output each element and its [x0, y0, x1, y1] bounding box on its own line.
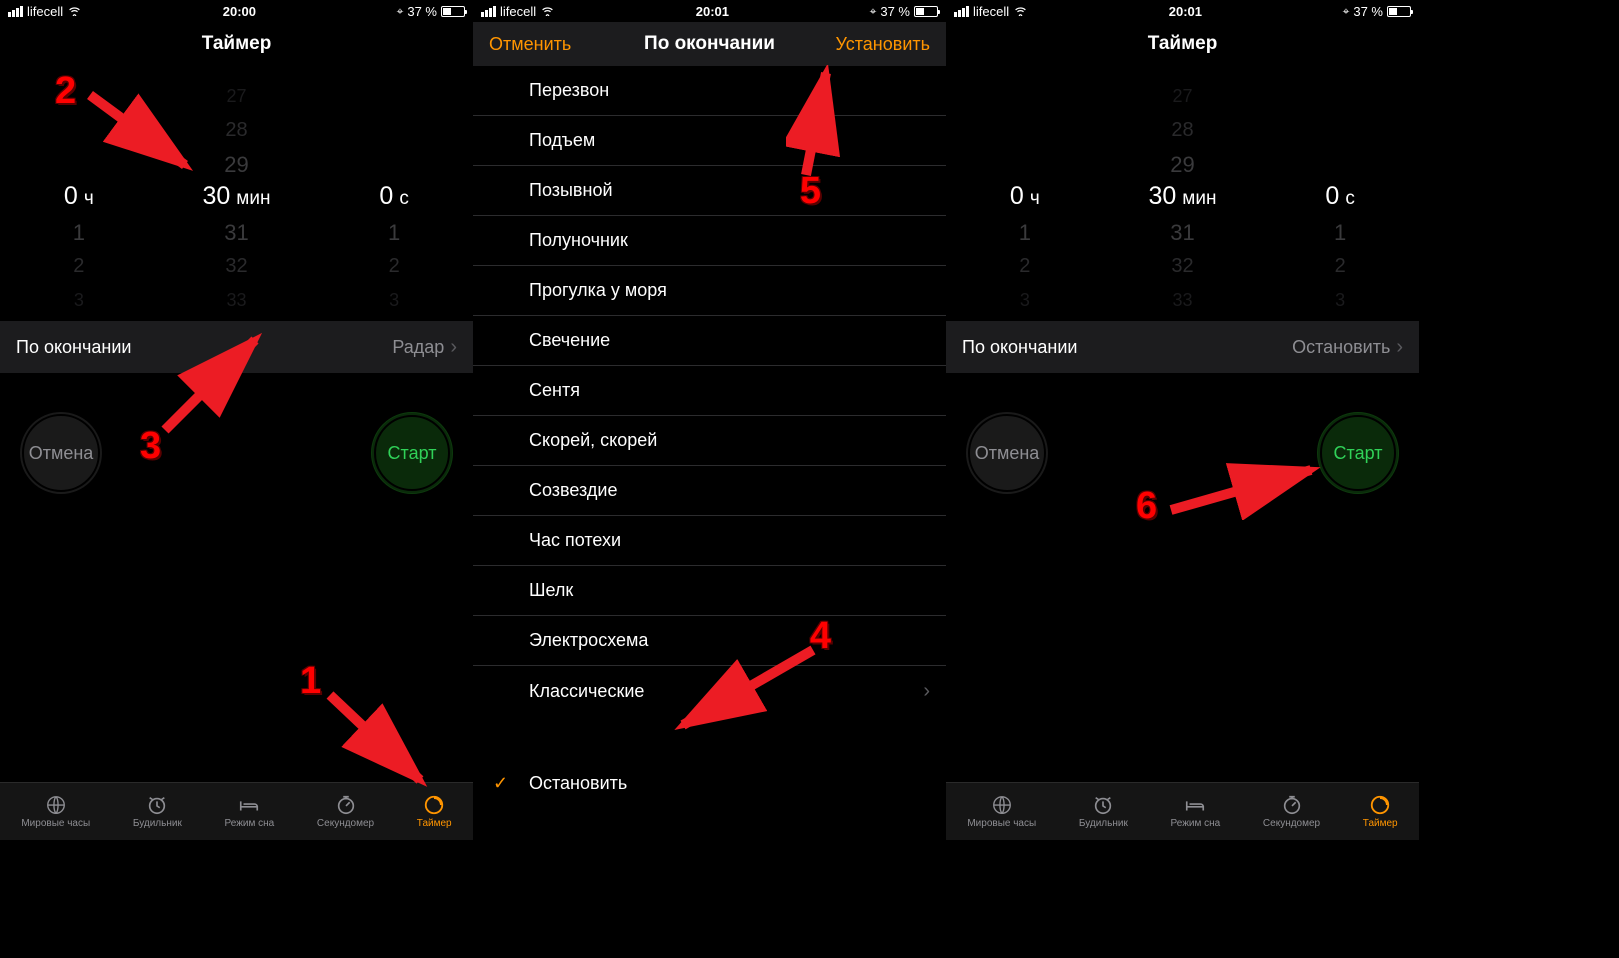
bed-icon: [1182, 794, 1208, 816]
annotation-1: 1: [300, 660, 321, 703]
seconds-column[interactable]: 0с 1 2 3: [316, 76, 472, 321]
screen-timer-1: lifecell 20:00 ⌖ 37 % Таймер 0ч 1 2 3 27…: [0, 0, 473, 840]
checkmark-icon: ✓: [493, 773, 508, 794]
alarm-icon: [144, 794, 170, 816]
tab-timer[interactable]: Таймер: [417, 794, 452, 829]
sound-option[interactable]: Прогулка у моря: [473, 266, 946, 316]
tab-stopwatch[interactable]: Секундомер: [1263, 794, 1320, 829]
battery-icon: [441, 6, 465, 17]
signal-icon: [8, 6, 23, 17]
when-ends-label: По окончании: [16, 337, 131, 358]
stopwatch-icon: [1279, 794, 1305, 816]
sound-classic-row[interactable]: Классические ›: [473, 666, 946, 716]
carrier-label: lifecell: [500, 4, 536, 19]
tab-alarm[interactable]: Будильник: [1079, 794, 1128, 829]
when-ends-row[interactable]: По окончании Радар ›: [0, 321, 473, 373]
when-ends-value: Радар: [392, 337, 444, 358]
battery-pct: 37 %: [880, 4, 910, 19]
battery-pct: 37 %: [407, 4, 437, 19]
tab-sleep[interactable]: Режим сна: [1171, 794, 1221, 829]
globe-icon: [43, 794, 69, 816]
when-ends-value: Остановить: [1292, 337, 1390, 358]
battery-icon: [1387, 6, 1411, 17]
carrier-label: lifecell: [973, 4, 1009, 19]
tab-stopwatch[interactable]: Секундомер: [317, 794, 374, 829]
sound-option[interactable]: Сентя: [473, 366, 946, 416]
hours-column[interactable]: 0ч 1 2 3: [947, 76, 1103, 321]
location-icon: ⌖: [1343, 4, 1350, 19]
chevron-right-icon: ›: [450, 336, 457, 359]
hours-column[interactable]: 0ч 1 2 3: [1, 76, 157, 321]
nav-bar: Отменить По окончании Установить: [473, 22, 946, 66]
sound-option[interactable]: Шелк: [473, 566, 946, 616]
tab-alarm[interactable]: Будильник: [133, 794, 182, 829]
timer-icon: [421, 794, 447, 816]
page-title: Таймер: [1148, 33, 1218, 55]
location-icon: ⌖: [870, 4, 877, 19]
cancel-button[interactable]: Отмена: [20, 412, 102, 494]
battery-pct: 37 %: [1353, 4, 1383, 19]
sound-option[interactable]: Свечение: [473, 316, 946, 366]
minutes-column[interactable]: 27 28 29 30мин 31 32 33: [158, 76, 314, 321]
chevron-right-icon: ›: [1396, 336, 1403, 359]
globe-icon: [989, 794, 1015, 816]
when-ends-label: По окончании: [962, 337, 1077, 358]
sound-option[interactable]: Электросхема: [473, 616, 946, 666]
battery-icon: [914, 6, 938, 17]
sound-option[interactable]: Созвездие: [473, 466, 946, 516]
status-bar: lifecell 20:01 ⌖ 37 %: [473, 0, 946, 22]
location-icon: ⌖: [397, 4, 404, 19]
tab-bar: Мировые часы Будильник Режим сна Секундо…: [946, 782, 1419, 840]
set-button[interactable]: Установить: [836, 34, 930, 55]
sound-list[interactable]: Перезвон Подъем Позывной Полуночник Прог…: [473, 66, 946, 808]
cancel-button[interactable]: Отменить: [489, 34, 571, 55]
time-picker[interactable]: 0ч 1 2 3 27 28 29 30мин 31 32 33 0с 1 2 …: [946, 66, 1419, 321]
cancel-button[interactable]: Отмена: [966, 412, 1048, 494]
start-button[interactable]: Старт: [1317, 412, 1399, 494]
tab-world-clock[interactable]: Мировые часы: [967, 794, 1036, 829]
signal-icon: [481, 6, 496, 17]
sound-option[interactable]: Позывной: [473, 166, 946, 216]
sound-option[interactable]: Полуночник: [473, 216, 946, 266]
wifi-icon: [1013, 4, 1028, 19]
status-time: 20:01: [696, 4, 729, 19]
chevron-right-icon: ›: [923, 680, 930, 703]
sound-option[interactable]: Скорей, скорей: [473, 416, 946, 466]
screen-timer-2: lifecell 20:01 ⌖ 37 % Таймер 0ч 1 2 3 27…: [946, 0, 1419, 840]
start-button[interactable]: Старт: [371, 412, 453, 494]
tab-timer[interactable]: Таймер: [1363, 794, 1398, 829]
status-bar: lifecell 20:01 ⌖ 37 %: [946, 0, 1419, 22]
wifi-icon: [67, 4, 82, 19]
sound-option[interactable]: Час потехи: [473, 516, 946, 566]
seconds-column[interactable]: 0с 1 2 3: [1262, 76, 1418, 321]
nav-bar: Таймер: [0, 22, 473, 66]
sound-stop-playing[interactable]: ✓ Остановить: [473, 758, 946, 808]
signal-icon: [954, 6, 969, 17]
when-ends-row[interactable]: По окончании Остановить ›: [946, 321, 1419, 373]
page-title: Таймер: [202, 33, 272, 55]
tab-world-clock[interactable]: Мировые часы: [21, 794, 90, 829]
sound-option[interactable]: Перезвон: [473, 66, 946, 116]
minutes-column[interactable]: 27 28 29 30мин 31 32 33: [1104, 76, 1260, 321]
time-picker[interactable]: 0ч 1 2 3 27 28 29 30мин 31 32 33 0с 1 2 …: [0, 66, 473, 321]
status-bar: lifecell 20:00 ⌖ 37 %: [0, 0, 473, 22]
screen-sound-picker: lifecell 20:01 ⌖ 37 % Отменить По оконча…: [473, 0, 946, 840]
wifi-icon: [540, 4, 555, 19]
status-time: 20:00: [223, 4, 256, 19]
tab-sleep[interactable]: Режим сна: [225, 794, 275, 829]
sound-option[interactable]: Подъем: [473, 116, 946, 166]
timer-icon: [1367, 794, 1393, 816]
nav-bar: Таймер: [946, 22, 1419, 66]
page-title: По окончании: [644, 33, 775, 55]
alarm-icon: [1090, 794, 1116, 816]
tab-bar: Мировые часы Будильник Режим сна Секундо…: [0, 782, 473, 840]
carrier-label: lifecell: [27, 4, 63, 19]
stopwatch-icon: [333, 794, 359, 816]
status-time: 20:01: [1169, 4, 1202, 19]
bed-icon: [236, 794, 262, 816]
